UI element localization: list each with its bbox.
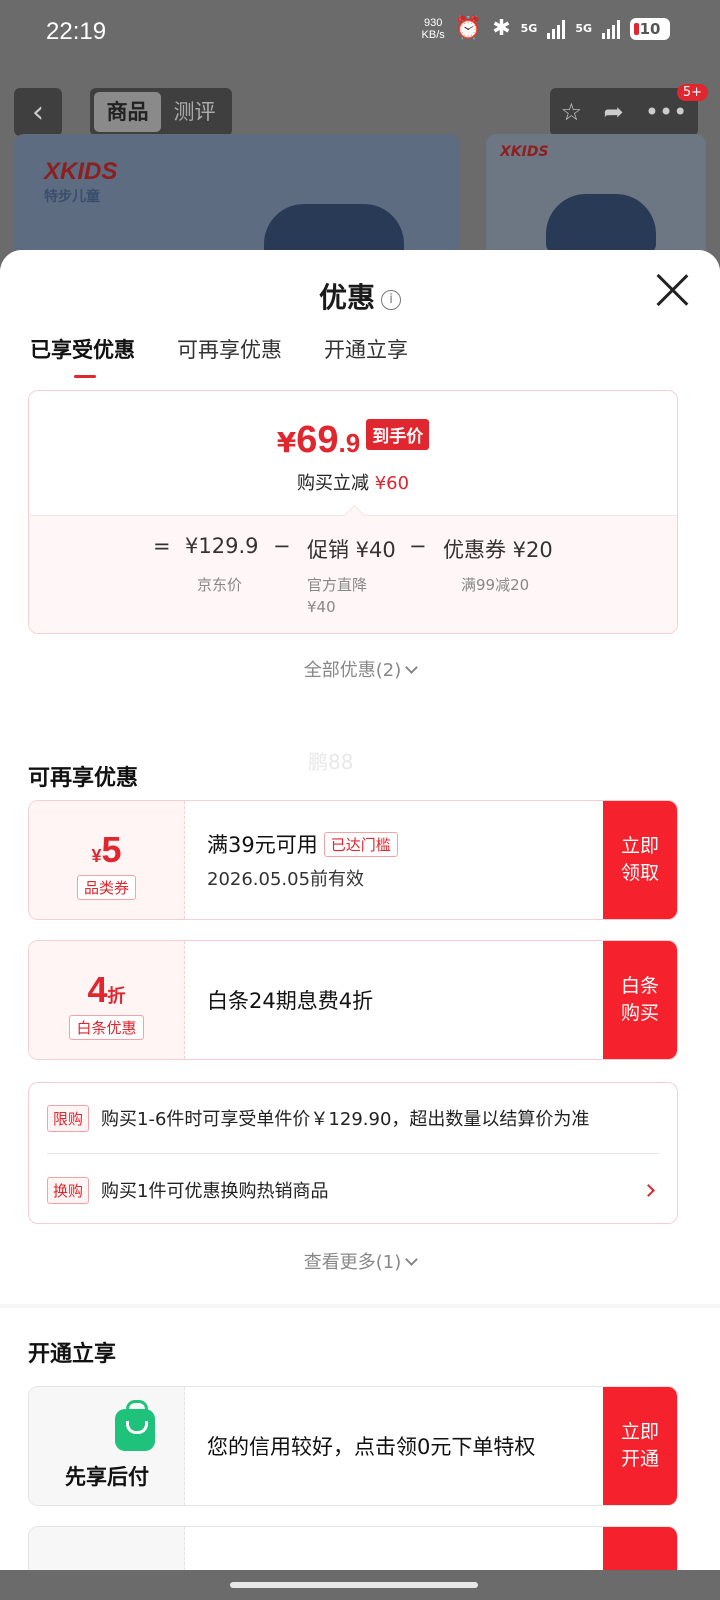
alarm-icon: ⏰ <box>454 16 483 41</box>
activate-section: 开通立享 先享后付 您的信用较好，点击领0元下单特权 立即 开通 <box>0 1308 720 1570</box>
limit-tag: 限购 <box>47 1104 90 1132</box>
coupon-type-tag: 品类券 <box>76 875 136 900</box>
shopping-bag-icon <box>115 1400 155 1451</box>
status-time: 22:19 <box>46 18 107 45</box>
message-badge: 5+ <box>676 84 708 101</box>
signal-5g-label-2: 5G <box>575 22 592 35</box>
chevron-down-icon <box>405 1253 419 1266</box>
next-offer-card <box>28 1526 678 1570</box>
divider <box>47 1153 659 1154</box>
discount-tabs: 已享受优惠 可再享优惠 开通立享 <box>30 334 408 378</box>
discount-description: 白条24期息费4折 <box>207 989 374 1013</box>
formula-minus: − <box>273 534 291 558</box>
sheet-title: 优惠 i <box>0 276 720 316</box>
signal-icon-2 <box>602 19 620 39</box>
coupon-value: ¥5 <box>91 829 122 870</box>
baitiao-buy-button[interactable]: 白条 购买 <box>603 941 677 1059</box>
bluetooth-icon: ✱ <box>492 16 511 41</box>
signal-icon-1 <box>547 19 566 39</box>
product-image-main[interactable]: XKIDS 特步儿童 <box>14 134 460 264</box>
threshold-reached-badge: 已达门槛 <box>323 832 398 857</box>
available-section: 可再享优惠 鹏88 ¥5 品类券 满39元可用 已达门槛 2026.05.05前有… <box>0 722 720 1304</box>
exchange-tag: 换购 <box>47 1176 90 1204</box>
tab-enjoyed[interactable]: 已享受优惠 <box>30 334 135 378</box>
shoe-image-2 <box>546 194 656 254</box>
coupon-amount: 优惠券 ¥20 <box>443 538 553 562</box>
final-price-tag: 到手价 <box>366 419 430 450</box>
chevron-right-icon <box>642 1183 655 1197</box>
product-tab-switch: 商品 测评 <box>90 88 232 136</box>
limit-rule: 限购 购买1-6件时可享受单件价￥129.90，超出数量以结算价为准 <box>47 1083 659 1153</box>
promo-amount: 促销 ¥40 <box>307 538 396 562</box>
activate-button[interactable]: 立即 开通 <box>603 1387 677 1505</box>
jd-price: ¥129.9 <box>185 534 259 558</box>
watermark: 鹏88 <box>308 750 354 774</box>
top-actions: ☆ ➦ ••• 5+ <box>550 84 708 136</box>
available-section-title: 可再享优惠 <box>28 766 139 791</box>
product-topbar: ‹ 商品 测评 ☆ ➦ ••• 5+ <box>14 84 708 136</box>
all-discounts-toggle[interactable]: 全部优惠(2) <box>0 656 720 682</box>
share-icon[interactable]: ➦ <box>603 98 623 126</box>
chevron-down-icon <box>405 661 419 674</box>
baitiao-discount: 4折 白条优惠 白条24期息费4折 白条 购买 <box>28 940 678 1060</box>
exchange-rule[interactable]: 换购 购买1件可优惠换购热销商品 <box>47 1155 659 1225</box>
next-offer-button[interactable] <box>603 1527 677 1570</box>
formula-minus: − <box>409 534 427 558</box>
coupon-expiry: 2026.05.05前有效 <box>207 869 365 890</box>
tab-activate[interactable]: 开通立享 <box>324 334 408 378</box>
brand-logo-small: XKIDS <box>500 144 549 160</box>
discount-type-tag: 白条优惠 <box>69 1015 144 1040</box>
system-nav-bar <box>0 1570 720 1600</box>
purchase-rules: 限购 购买1-6件时可享受单件价￥129.90，超出数量以结算价为准 换购 购买… <box>28 1082 678 1224</box>
purchase-reduction: 购买立减 ¥60 <box>296 473 410 494</box>
signal-5g-label-1: 5G <box>520 22 538 35</box>
close-button[interactable] <box>654 272 690 308</box>
star-icon[interactable]: ☆ <box>561 98 583 126</box>
home-gesture-handle[interactable] <box>230 1582 478 1588</box>
brand-logo: XKIDS 特步儿童 <box>44 158 118 204</box>
info-icon[interactable]: i <box>381 290 401 310</box>
coupon-condition: 满39元可用 <box>207 833 318 857</box>
product-image-secondary[interactable]: XKIDS <box>486 134 706 264</box>
category-coupon: ¥5 品类券 满39元可用 已达门槛 2026.05.05前有效 立即 领取 <box>28 800 678 920</box>
coupon-label: 满99减20 <box>461 576 530 594</box>
jd-price-label: 京东价 <box>197 576 243 594</box>
bnpl-offer: 先享后付 您的信用较好，点击领0元下单特权 立即 开通 <box>28 1386 678 1506</box>
see-more-toggle[interactable]: 查看更多(1) <box>0 1248 720 1274</box>
discount-value: 4折 <box>87 969 126 1010</box>
formula-equals: = <box>153 534 171 558</box>
promo-label: 官方直降 ¥40 <box>307 576 368 616</box>
bnpl-description: 您的信用较好，点击领0元下单特权 <box>207 1435 536 1459</box>
net-speed: 930 KB/s <box>421 16 445 41</box>
more-icon[interactable]: ••• <box>645 98 687 126</box>
activate-section-title: 开通立享 <box>28 1342 117 1367</box>
price-formula: = ¥129.9 − 促销 ¥40 − 优惠券 ¥20 京东价 官方直降 ¥40… <box>29 515 677 633</box>
price-breakdown-card: ¥69.9 到手价 购买立减 ¥60 = ¥129.9 − 促销 ¥40 − 优惠… <box>28 390 678 634</box>
tab-available[interactable]: 可再享优惠 <box>177 334 282 378</box>
claim-coupon-button[interactable]: 立即 领取 <box>603 801 677 919</box>
discount-sheet: 优惠 i 已享受优惠 可再享优惠 开通立享 ¥69.9 到手价 购买立减 ¥60 =… <box>0 250 720 1570</box>
final-price: ¥69.9 到手价 <box>29 419 677 462</box>
bnpl-label: 先享后付 <box>65 1465 149 1489</box>
enjoyed-section: 优惠 i 已享受优惠 可再享优惠 开通立享 ¥69.9 到手价 购买立减 ¥60 =… <box>0 250 720 730</box>
tab-review[interactable]: 测评 <box>161 92 228 132</box>
back-button[interactable]: ‹ <box>14 88 62 136</box>
status-icons: 930 KB/s ⏰ ✱ 5G 5G 10 <box>422 16 670 41</box>
battery-icon: 10 <box>630 17 670 40</box>
tab-product[interactable]: 商品 <box>94 92 161 132</box>
status-bar: 22:19 930 KB/s ⏰ ✱ 5G 5G 10 <box>0 0 720 70</box>
